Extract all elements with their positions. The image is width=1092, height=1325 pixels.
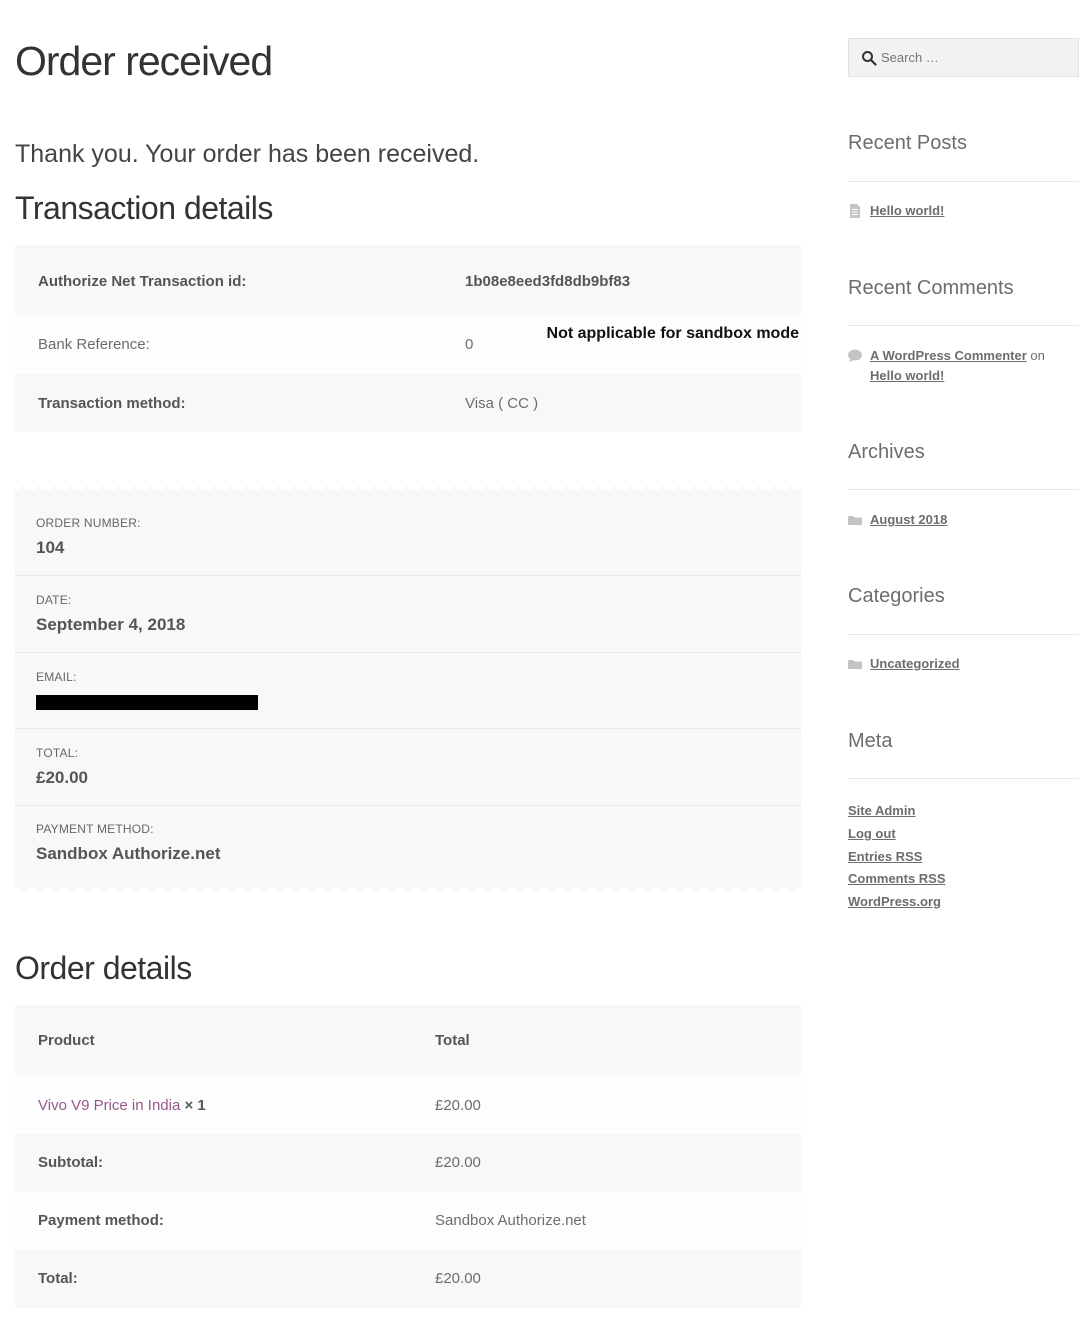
thankyou-message: Thank you. Your order has been received. [15, 140, 480, 168]
overview-payment-method: PAYMENT METHOD: Sandbox Authorize.net [15, 806, 801, 890]
transaction-details-table: Authorize Net Transaction id: 1b08e8eed3… [15, 245, 801, 432]
overview-label: TOTAL: [36, 746, 79, 760]
recent-comments-title: Recent Comments [848, 277, 1014, 299]
table-row: Vivo V9 Price in India × 1 £20.00 [15, 1076, 801, 1134]
overview-label: ORDER NUMBER: [36, 516, 141, 530]
meta-title: Meta [848, 730, 893, 752]
folder-icon [848, 516, 862, 525]
widget-divider [848, 181, 1079, 182]
overview-order-number: ORDER NUMBER: 104 [15, 490, 801, 576]
comment-on-text: on [1030, 348, 1045, 363]
log-out-link[interactable]: Log out [848, 823, 1079, 846]
summary-value: £20.00 [435, 1154, 481, 1171]
page-title: Order received [15, 38, 273, 84]
overview-total: TOTAL: £20.00 [15, 729, 801, 806]
redacted-email-bar [36, 695, 258, 710]
widget-divider [848, 325, 1079, 326]
order-details-table: Product Total Vivo V9 Price in India × 1… [15, 1005, 801, 1308]
order-details-heading: Order details [15, 950, 192, 986]
column-header-total: Total [435, 1032, 470, 1049]
product-quantity: × 1 [184, 1097, 206, 1114]
product-cell: Vivo V9 Price in India × 1 [38, 1097, 206, 1114]
transaction-value: Visa ( CC ) [465, 395, 539, 412]
overview-label: DATE: [36, 593, 72, 607]
column-header-product: Product [38, 1032, 95, 1049]
meta-list: Site Admin Log out Entries RSS Comments … [848, 800, 1079, 914]
transaction-label: Authorize Net Transaction id: [38, 273, 247, 290]
comment-post-link[interactable]: Hello world! [870, 368, 944, 383]
overview-label: EMAIL: [36, 670, 77, 684]
order-overview: ORDER NUMBER: 104 DATE: September 4, 201… [15, 490, 801, 890]
entries-rss-link[interactable]: Entries RSS [848, 846, 1079, 869]
recent-posts-title: Recent Posts [848, 132, 967, 154]
overview-value: £20.00 [36, 768, 88, 787]
product-link[interactable]: Vivo V9 Price in India [38, 1097, 180, 1114]
archives-title: Archives [848, 441, 925, 463]
folder-icon [848, 660, 862, 669]
sandbox-note: Not applicable for sandbox mode [546, 325, 799, 342]
receipt-edge-bottom [15, 888, 801, 898]
table-row: Total: £20.00 [15, 1250, 801, 1308]
transaction-row: Authorize Net Transaction id: 1b08e8eed3… [15, 245, 801, 315]
table-row: Subtotal: £20.00 [15, 1134, 801, 1192]
search-input[interactable] [879, 39, 1069, 76]
summary-value: £20.00 [435, 1270, 481, 1287]
comment-icon [848, 349, 862, 363]
summary-value: Sandbox Authorize.net [435, 1212, 586, 1229]
transaction-value: 1b08e8eed3fd8db9bf83 [465, 273, 631, 290]
transaction-row: Bank Reference: 0 Not applicable for san… [15, 315, 801, 374]
document-icon [850, 204, 860, 218]
table-row: Payment method: Sandbox Authorize.net [15, 1192, 801, 1250]
overview-label: PAYMENT METHOD: [36, 822, 154, 836]
wordpress-org-link[interactable]: WordPress.org [848, 891, 1079, 914]
category-link[interactable]: Uncategorized [870, 656, 960, 671]
archive-link[interactable]: August 2018 [870, 512, 947, 527]
widget-divider [848, 778, 1079, 779]
transaction-label: Bank Reference: [38, 336, 150, 353]
search-icon[interactable] [861, 50, 877, 66]
search-box [848, 38, 1079, 77]
widget-divider [848, 489, 1079, 490]
summary-label: Total: [38, 1270, 78, 1287]
categories-title: Categories [848, 585, 945, 607]
overview-value: 104 [36, 538, 65, 557]
transaction-label: Transaction method: [38, 395, 186, 412]
transaction-row: Transaction method: Visa ( CC ) [15, 374, 801, 432]
transaction-value: 0 [465, 336, 474, 353]
recent-post-link[interactable]: Hello world! [870, 203, 944, 218]
site-admin-link[interactable]: Site Admin [848, 800, 1079, 823]
table-header-row: Product Total [15, 1005, 801, 1076]
summary-label: Payment method: [38, 1212, 164, 1229]
transaction-details-heading: Transaction details [15, 190, 273, 226]
comment-author-link[interactable]: A WordPress Commenter [870, 348, 1027, 363]
overview-value: September 4, 2018 [36, 615, 186, 634]
overview-value: Sandbox Authorize.net [36, 844, 221, 863]
overview-email: EMAIL: [15, 653, 801, 729]
comments-rss-link[interactable]: Comments RSS [848, 868, 1079, 891]
summary-label: Subtotal: [38, 1154, 103, 1171]
widget-divider [848, 634, 1079, 635]
product-total: £20.00 [435, 1097, 481, 1114]
overview-date: DATE: September 4, 2018 [15, 576, 801, 653]
receipt-edge-top [15, 480, 801, 490]
